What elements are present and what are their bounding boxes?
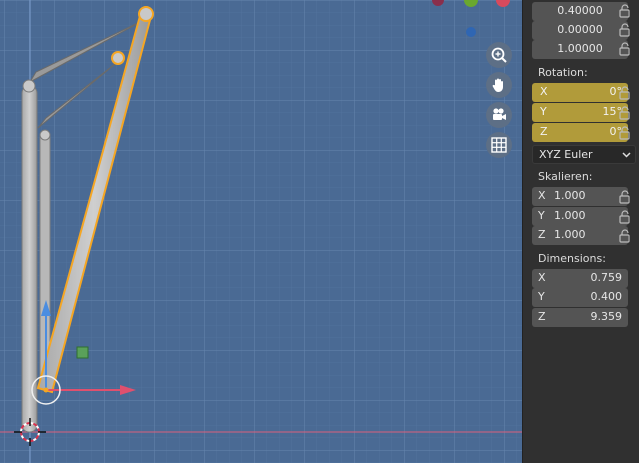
gizmo-center-dot [43, 387, 49, 393]
gizmo-plane-handle [76, 346, 89, 359]
location-y-field[interactable]: 0.00000 [532, 21, 628, 40]
rotation-y-field[interactable]: Y 15° [532, 103, 628, 122]
dimension-z-field[interactable]: Z 9.359 [532, 308, 628, 327]
lock-icon[interactable] [618, 229, 632, 243]
lock-icon[interactable] [618, 126, 632, 140]
scale-x-field[interactable]: X 1.000 [532, 187, 628, 206]
zoom-icon [491, 47, 507, 63]
viewport-scene[interactable] [0, 0, 522, 463]
hand-pan-icon [492, 78, 503, 92]
nav-gizmo-z-negative [466, 27, 476, 37]
zoom-button[interactable] [486, 42, 512, 68]
rotation-z-field[interactable]: Z 0° [532, 123, 628, 142]
rotation-label: Rotation: [538, 66, 588, 79]
grid-ortho-icon [491, 137, 507, 153]
scale-y-field[interactable]: Y 1.000 [532, 207, 628, 226]
camera-view-button[interactable] [486, 102, 512, 128]
lock-icon[interactable] [618, 4, 632, 18]
scale-label: Skalieren: [538, 170, 593, 183]
lock-icon[interactable] [618, 42, 632, 56]
lock-icon[interactable] [618, 23, 632, 37]
lock-icon[interactable] [618, 210, 632, 224]
lock-icon[interactable] [618, 86, 632, 100]
3d-viewport[interactable] [0, 0, 522, 463]
lock-icon[interactable] [618, 106, 632, 120]
rotation-mode-select[interactable]: XYZ Euler [532, 145, 636, 164]
location-z-field[interactable]: 1.00000 [532, 40, 628, 59]
ortho-toggle-button[interactable] [486, 132, 512, 158]
lock-icon[interactable] [618, 190, 632, 204]
scale-z-field[interactable]: Z 1.000 [532, 226, 628, 245]
location-x-field[interactable]: 0.40000 [532, 2, 628, 21]
pan-button[interactable] [486, 72, 512, 98]
bone-vertical [21, 79, 38, 433]
rotation-x-field[interactable]: X 0° [532, 83, 628, 102]
dimension-y-field[interactable]: Y 0.400 [532, 288, 628, 307]
camera-icon [493, 108, 506, 120]
dimensions-label: Dimensions: [538, 252, 606, 265]
chevron-down-icon [622, 152, 631, 158]
dimension-x-field[interactable]: X 0.759 [532, 269, 628, 288]
